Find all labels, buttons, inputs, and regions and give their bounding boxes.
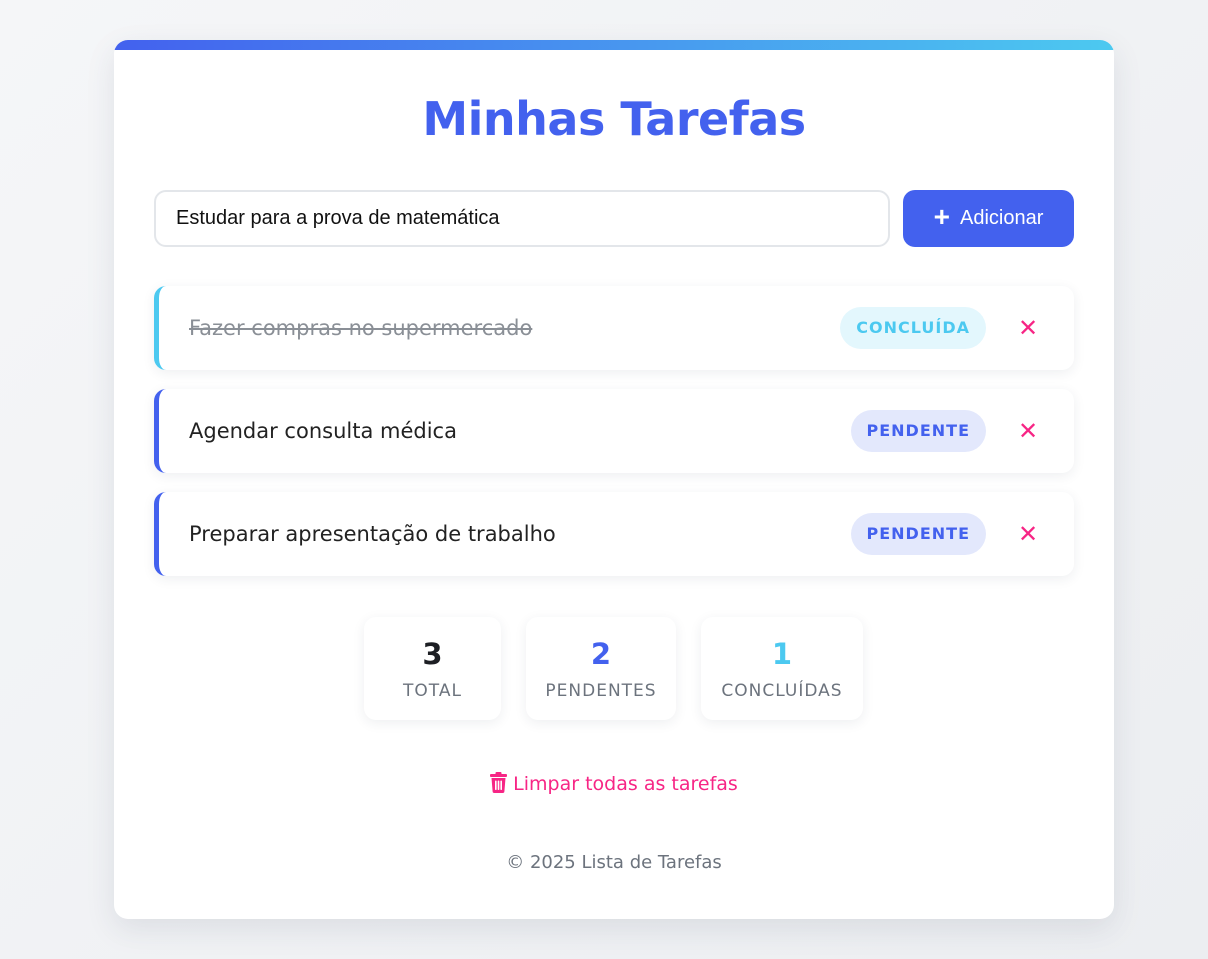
todo-card: Minhas Tarefas + Adicionar Fazer compras… bbox=[114, 40, 1114, 919]
add-task-button[interactable]: + Adicionar bbox=[903, 190, 1074, 247]
stat-pending: 2 PENDENTES bbox=[526, 617, 676, 720]
close-icon[interactable]: ✕ bbox=[1014, 314, 1042, 342]
close-icon[interactable]: ✕ bbox=[1014, 417, 1042, 445]
page-title: Minhas Tarefas bbox=[422, 92, 806, 146]
plus-icon: + bbox=[933, 201, 950, 232]
task-text[interactable]: Preparar apresentação de trabalho bbox=[189, 492, 556, 576]
task-input[interactable] bbox=[154, 190, 890, 247]
status-badge: CONCLUÍDA bbox=[840, 307, 986, 349]
task-text[interactable]: Fazer compras no supermercado bbox=[189, 286, 532, 370]
task-item: Preparar apresentação de trabalho PENDEN… bbox=[154, 492, 1074, 576]
task-item: Fazer compras no supermercado CONCLUÍDA … bbox=[154, 286, 1074, 370]
add-task-label: Adicionar bbox=[959, 207, 1044, 229]
close-icon[interactable]: ✕ bbox=[1014, 520, 1042, 548]
stat-pending-label: PENDENTES bbox=[545, 681, 657, 701]
task-text[interactable]: Agendar consulta médica bbox=[189, 389, 457, 473]
task-item: Agendar consulta médica PENDENTE ✕ bbox=[154, 389, 1074, 473]
stat-total-label: TOTAL bbox=[403, 681, 462, 701]
clear-all-button[interactable]: Limpar todas as tarefas bbox=[114, 772, 1114, 798]
stat-total-value: 3 bbox=[422, 637, 443, 671]
status-badge: PENDENTE bbox=[850, 513, 986, 555]
accent-bar bbox=[114, 40, 1114, 50]
stat-total: 3 TOTAL bbox=[364, 617, 501, 720]
footer-text: © 2025 Lista de Tarefas bbox=[506, 852, 722, 873]
stat-completed-label: CONCLUÍDAS bbox=[721, 681, 843, 701]
status-badge: PENDENTE bbox=[850, 410, 986, 452]
stat-pending-value: 2 bbox=[590, 637, 612, 671]
add-task-form: + Adicionar bbox=[154, 190, 1074, 247]
task-list: Fazer compras no supermercado CONCLUÍDA … bbox=[154, 286, 1074, 595]
trash-icon bbox=[490, 772, 508, 798]
clear-all-label: Limpar todas as tarefas bbox=[513, 773, 738, 795]
stat-completed: 1 CONCLUÍDAS bbox=[701, 617, 863, 720]
task-stats: 3 TOTAL 2 PENDENTES 1 CONCLUÍDAS bbox=[364, 617, 864, 720]
stat-completed-value: 1 bbox=[771, 637, 793, 671]
